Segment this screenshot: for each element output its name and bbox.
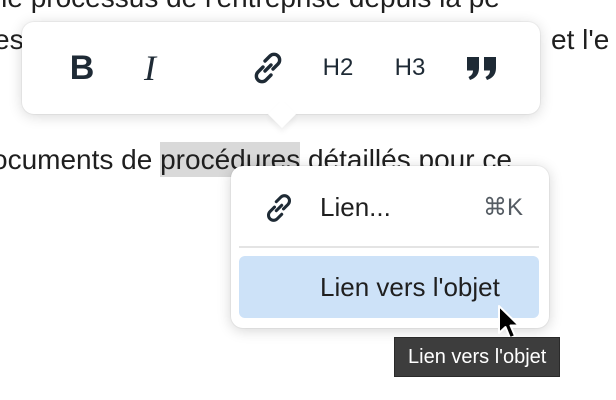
link-icon — [267, 194, 291, 222]
link-icon — [254, 52, 282, 84]
heading-3-button[interactable]: H3 — [388, 46, 432, 90]
italic-button[interactable]: I — [128, 46, 172, 90]
text-before-selection: ocuments de — [0, 144, 161, 175]
document-text-line: et l'e — [551, 24, 610, 55]
menu-item-link-to-object[interactable]: Lien vers l'objet — [239, 256, 539, 318]
document-text-line: es — [0, 24, 24, 55]
heading-2-button[interactable]: H2 — [316, 46, 360, 90]
menu-divider — [239, 246, 539, 248]
formatting-toolbar: B I H2 H3 — [22, 22, 540, 114]
link-button[interactable] — [246, 46, 290, 90]
quote-icon — [467, 57, 496, 80]
bold-button[interactable]: B — [60, 46, 104, 90]
menu-item-link[interactable]: Lien... ⌘K — [239, 176, 539, 238]
menu-item-label: Lien... — [320, 191, 391, 222]
tooltip: Lien vers l'objet — [394, 337, 561, 377]
keyboard-shortcut: ⌘K — [482, 193, 523, 221]
document-text-line: et le processus de l'entreprise depuis l… — [0, 0, 500, 14]
quote-button[interactable] — [460, 46, 504, 90]
menu-item-label: Lien vers l'objet — [320, 271, 500, 302]
editor-viewport: et le processus de l'entreprise depuis l… — [0, 0, 616, 400]
